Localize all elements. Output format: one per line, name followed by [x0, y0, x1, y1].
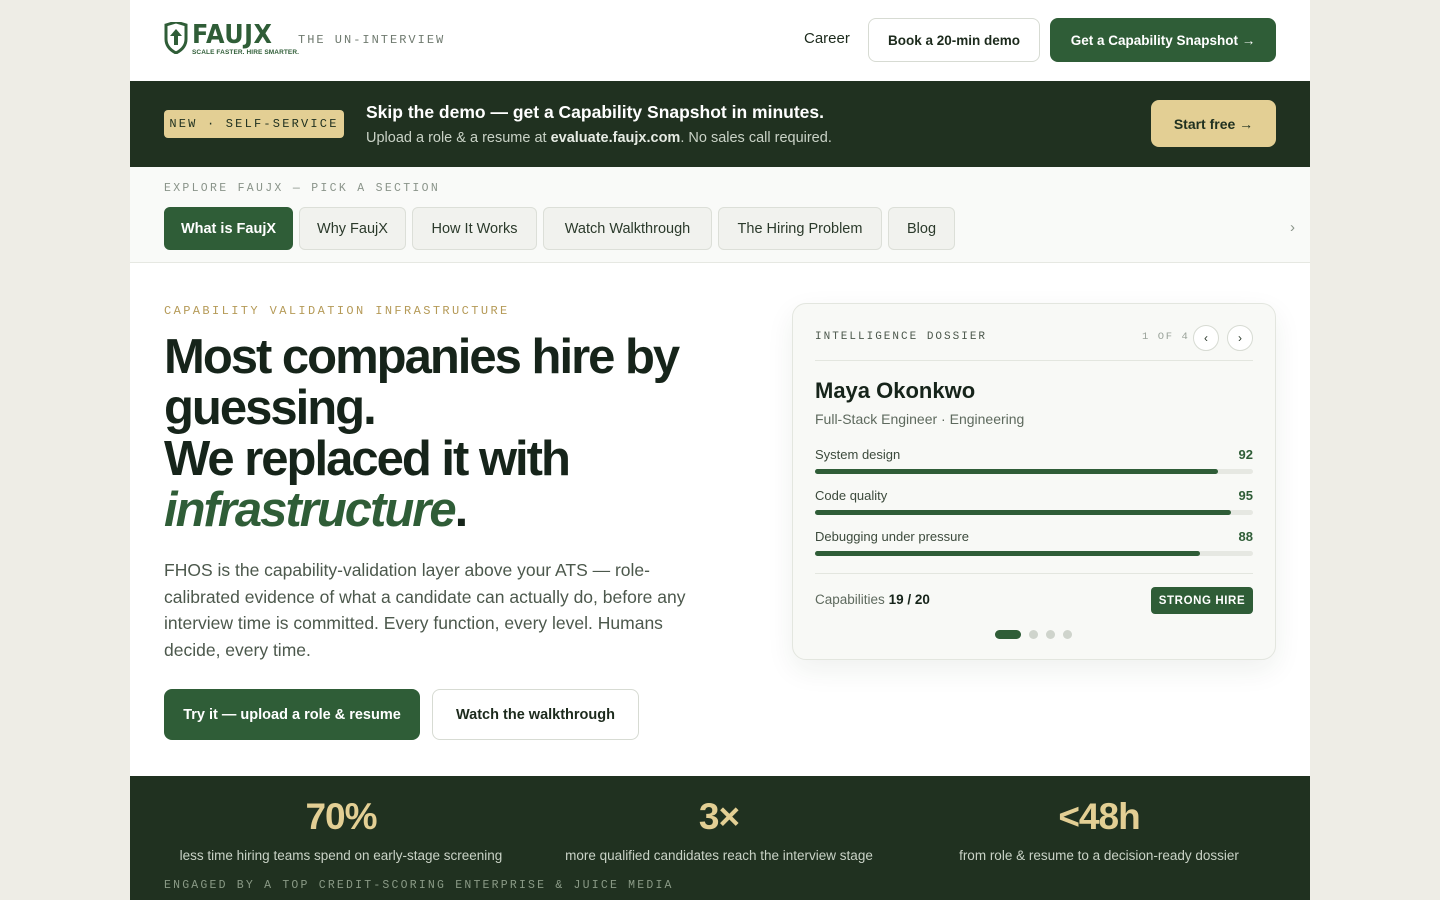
watch-walkthrough-button[interactable]: Watch the walkthrough: [432, 689, 639, 740]
stat-item: <48h from role & resume to a decision-re…: [899, 796, 1299, 863]
skill-bar: [815, 510, 1253, 515]
hero-description: FHOS is the capability-validation layer …: [164, 560, 686, 660]
headline-emphasis: infrastructure: [164, 483, 457, 537]
skill-name: Code quality: [815, 488, 888, 503]
carousel-dot[interactable]: [1046, 630, 1055, 639]
new-badge: NEW · SELF-SERVICE: [164, 110, 344, 138]
next-arrow-icon[interactable]: ›: [1227, 325, 1253, 351]
skill-bar: [815, 551, 1253, 556]
promo-sub-end: . No sales call required.: [680, 130, 832, 146]
promo-url: evaluate.faujx.com: [550, 130, 681, 146]
tab-why-faujx[interactable]: Why FaujX: [299, 207, 406, 250]
stat-label: less time hiring teams spend on early-st…: [179, 848, 503, 863]
carousel-dot[interactable]: [1063, 630, 1072, 639]
hero-headline: Most companies hire by guessing. We repl…: [164, 332, 724, 536]
section-nav: EXPLORE FAUJX — PICK A SECTION What is F…: [130, 167, 1310, 263]
dossier-kicker: INTELLIGENCE DOSSIER: [815, 331, 988, 343]
card-divider: [815, 573, 1253, 574]
hero-eyebrow: CAPABILITY VALIDATION INFRASTRUCTURE: [164, 304, 510, 318]
clients-footnote: ENGAGED BY A TOP CREDIT-SCORING ENTERPRI…: [164, 879, 674, 892]
carousel-dot[interactable]: [1029, 630, 1038, 639]
stat-label: more qualified candidates reach the inte…: [565, 848, 873, 863]
logo-wordmark: FAUJX: [192, 20, 273, 50]
start-free-button[interactable]: Start free →: [1151, 100, 1276, 147]
carousel-dot[interactable]: [995, 630, 1021, 639]
dossier-counter: 1 OF 4: [1142, 331, 1190, 343]
headline-line-3: We replaced it with: [164, 432, 571, 486]
skill-bar-fill: [815, 469, 1218, 474]
tab-what-is-faujx[interactable]: What is FaujX: [164, 207, 293, 250]
candidate-name: Maya Okonkwo: [815, 378, 976, 403]
site-header: FAUJX SCALE FASTER. HIRE SMARTER. THE UN…: [130, 0, 1310, 81]
intelligence-dossier-card: INTELLIGENCE DOSSIER 1 OF 4 ‹ › Maya Oko…: [792, 303, 1276, 660]
shield-logo-icon: [164, 22, 188, 54]
skill-bar: [815, 469, 1253, 474]
promo-title: Skip the demo — get a Capability Snapsho…: [366, 102, 824, 122]
stat-value: <48h: [1058, 796, 1140, 837]
capabilities-label: Capabilities: [815, 592, 885, 607]
try-upload-button[interactable]: Try it — upload a role & resume: [164, 689, 420, 740]
get-snapshot-button[interactable]: Get a Capability Snapshot →: [1050, 18, 1276, 62]
skill-score: 92: [1238, 447, 1253, 462]
promo-subtitle: Upload a role & a resume at evaluate.fau…: [366, 130, 832, 146]
card-divider: [815, 360, 1253, 361]
stats-band: 70% less time hiring teams spend on earl…: [130, 776, 1310, 900]
headline-line-2: guessing.: [164, 381, 377, 435]
candidate-role: Full-Stack Engineer · Engineering: [815, 411, 1025, 427]
stat-value: 70%: [305, 796, 377, 837]
tab-hiring-problem[interactable]: The Hiring Problem: [718, 207, 882, 250]
headline-line-1: Most companies hire by: [164, 330, 680, 384]
section-nav-label: EXPLORE FAUJX — PICK A SECTION: [164, 182, 441, 195]
stat-item: 70% less time hiring teams spend on earl…: [141, 796, 541, 863]
tab-watch-walkthrough[interactable]: Watch Walkthrough: [543, 207, 712, 250]
stat-label: from role & resume to a decision-ready d…: [959, 848, 1239, 863]
skill-score: 95: [1238, 488, 1253, 503]
stat-item: 3× more qualified candidates reach the i…: [519, 796, 919, 863]
carousel-dots: [995, 630, 1072, 639]
capabilities-summary: Capabilities 19 / 20: [815, 592, 930, 607]
book-demo-button[interactable]: Book a 20-min demo: [868, 18, 1040, 62]
headline-line-4: infrastructure.: [164, 485, 724, 536]
skill-bar-fill: [815, 551, 1201, 556]
skill-name: System design: [815, 447, 901, 462]
prev-arrow-icon[interactable]: ‹: [1193, 325, 1219, 351]
tab-how-it-works[interactable]: How It Works: [412, 207, 537, 250]
tab-blog[interactable]: Blog: [888, 207, 955, 250]
skill-name: Debugging under pressure: [815, 529, 969, 544]
page: FAUJX SCALE FASTER. HIRE SMARTER. THE UN…: [130, 0, 1310, 900]
verdict-badge: STRONG HIRE: [1151, 587, 1253, 614]
capabilities-value: 19 / 20: [888, 592, 930, 607]
section-tabs: What is FaujX Why FaujX How It Works Wat…: [164, 207, 955, 250]
promo-sub-text: Upload a role & a resume at: [366, 130, 551, 146]
header-tagline: THE UN-INTERVIEW: [298, 33, 446, 47]
headline-period: .: [454, 483, 469, 537]
career-link[interactable]: Career: [804, 30, 850, 47]
promo-banner: NEW · SELF-SERVICE Skip the demo — get a…: [130, 81, 1310, 167]
skill-bar-fill: [815, 510, 1232, 515]
skill-score: 88: [1238, 529, 1253, 544]
stat-value: 3×: [698, 796, 740, 837]
logo-tagline: SCALE FASTER. HIRE SMARTER.: [192, 49, 300, 56]
faujx-logo[interactable]: FAUJX SCALE FASTER. HIRE SMARTER.: [164, 22, 299, 56]
scroll-right-icon[interactable]: ›: [1290, 219, 1295, 236]
